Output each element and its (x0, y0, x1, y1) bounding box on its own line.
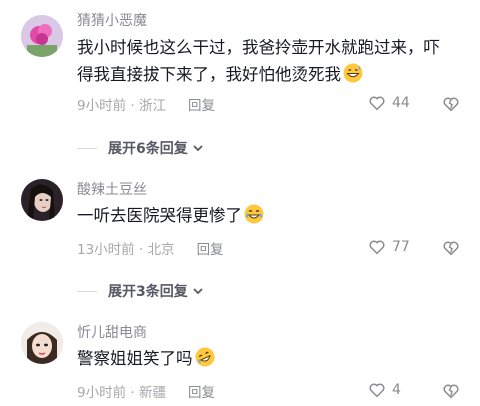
grin-sweat-emoji (343, 63, 363, 83)
comment-text-content: 一听去医院哭得更惨了 (77, 206, 242, 225)
expand-replies-button[interactable]: 展开6条回复 (77, 136, 477, 160)
username[interactable]: 猜猜小恶魔 (77, 10, 147, 30)
heart-icon (369, 96, 385, 111)
broken-heart-icon[interactable] (442, 95, 460, 113)
heart-icon (369, 383, 385, 398)
reply-button[interactable]: 回复 (188, 385, 215, 401)
comment-text-content: 警察姐姐笑了吗 (77, 349, 193, 368)
comment-text: 我小时候也这么干过，我爸拎壶开水就跑过来，吓得我直接拔下来了，我好怕他烫死我 (77, 34, 455, 88)
avatar[interactable] (21, 322, 63, 364)
broken-heart-icon[interactable] (442, 382, 460, 400)
reply-button[interactable]: 回复 (188, 98, 215, 114)
timestamp: 13小时前 (77, 242, 135, 258)
reply-button[interactable]: 回复 (197, 242, 224, 258)
meta-separator: · (126, 98, 139, 114)
comment-text-content: 我小时候也这么干过，我爸拎壶开水就跑过来，吓得我直接拔下来了，我好怕他烫死我 (77, 38, 440, 84)
rofl-emoji (195, 347, 214, 367)
comment-meta: 13小时前 · 北京 回复 (77, 238, 224, 258)
comment-meta: 9小时前 · 新疆 回复 (77, 381, 215, 401)
comment-text: 警察姐姐笑了吗 (77, 345, 455, 372)
broken-heart-icon[interactable] (442, 239, 460, 257)
chevron-down-icon (193, 288, 203, 295)
expand-replies-label: 展开6条回复 (108, 141, 188, 157)
comment-meta: 9小时前 · 浙江 回复 (77, 94, 215, 114)
divider (77, 147, 97, 149)
comment-text: 一听去医院哭得更惨了 (77, 202, 455, 229)
timestamp: 9小时前 (77, 385, 127, 401)
chevron-down-icon (193, 145, 203, 152)
username[interactable]: 酸辣土豆丝 (77, 179, 147, 199)
heart-icon (369, 240, 385, 255)
tears-of-joy-emoji (244, 204, 264, 224)
expand-replies-button[interactable]: 展开3条回复 (77, 279, 477, 303)
avatar[interactable] (21, 179, 63, 221)
like-count: 44 (392, 95, 410, 111)
like-button[interactable]: 77 (368, 238, 410, 256)
meta-separator: · (134, 242, 148, 258)
meta-separator: · (126, 385, 139, 401)
like-count: 77 (392, 239, 410, 255)
like-button[interactable]: 4 (368, 381, 401, 399)
like-button[interactable]: 44 (368, 94, 410, 112)
expand-replies-label: 展开3条回复 (108, 284, 188, 300)
location: 新疆 (138, 385, 166, 401)
location: 浙江 (138, 98, 166, 114)
location: 北京 (147, 242, 175, 258)
username[interactable]: 忻儿甜电商 (77, 322, 147, 342)
avatar[interactable] (21, 15, 63, 57)
like-count: 4 (392, 382, 401, 398)
timestamp: 9小时前 (77, 98, 127, 114)
divider (77, 290, 97, 292)
